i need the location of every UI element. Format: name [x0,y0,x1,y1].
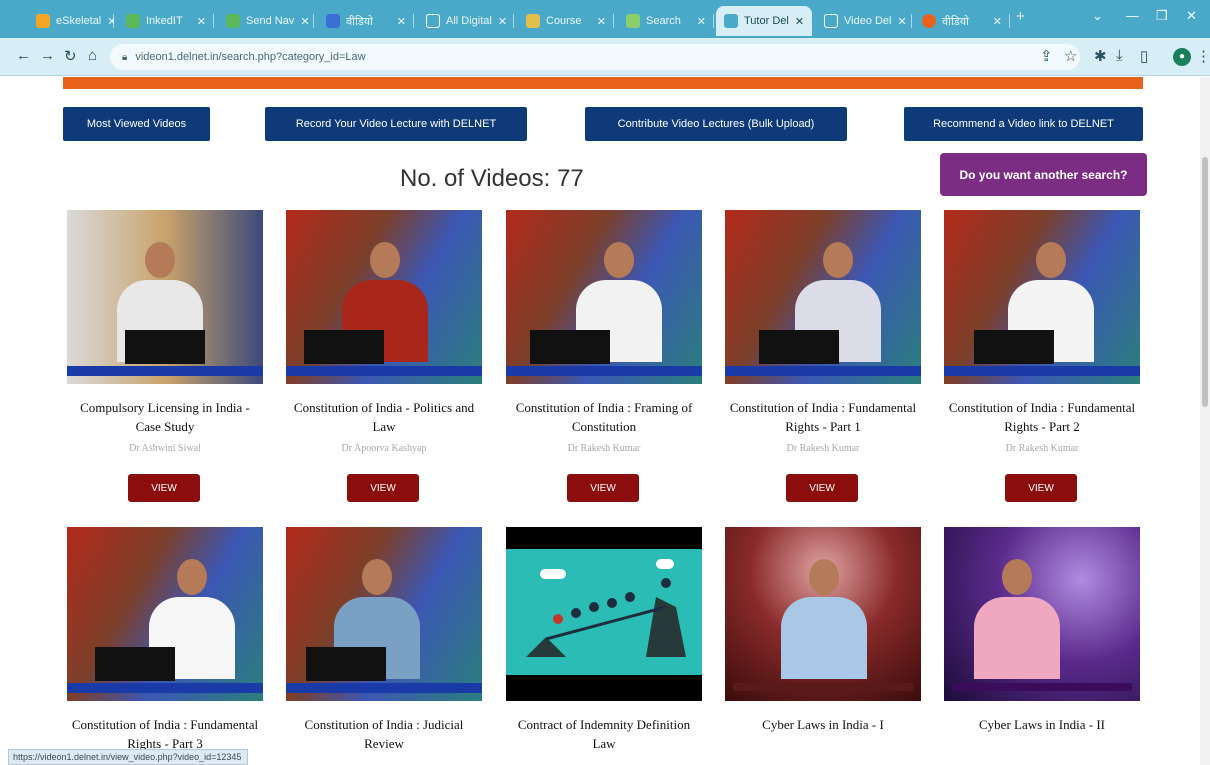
record-video-lecture-button[interactable]: Record Your Video Lecture with DELNET [265,107,527,141]
video-title[interactable]: Constitution of India : Fundamental Righ… [944,398,1140,436]
tab-favicon-icon [326,14,340,28]
forward-arrow-icon[interactable]: → [40,47,55,64]
team-illustration-icon [526,578,686,657]
video-thumbnail[interactable] [67,527,263,701]
tab-close-icon[interactable]: ✕ [987,15,1002,28]
address-bar-row: ← → ↻ ⌂ 🔒︎ videon1.delnet.in/search.php?… [0,38,1210,76]
video-thumbnail[interactable] [725,527,921,701]
menu-kebab-icon[interactable]: ⋮ [1196,47,1210,65]
browser-tab[interactable]: InkedIT ✕ [118,6,214,36]
video-author: Dr Rakesh Kumar [1005,443,1079,454]
tab-close-icon[interactable]: ✕ [691,15,706,28]
orange-banner [63,77,1081,89]
orange-banner-button[interactable] [1043,77,1143,89]
video-title[interactable]: Constitution of India : Judicial Review [286,715,482,753]
minimize-icon[interactable]: — [1126,8,1139,23]
contribute-video-lectures-button[interactable]: Contribute Video Lectures (Bulk Upload) [585,107,847,141]
browser-tab[interactable]: Course ✕ [518,6,614,36]
video-title[interactable]: Cyber Laws in India - II [944,715,1140,734]
tab-favicon-icon [226,14,240,28]
video-thumbnail[interactable] [725,210,921,384]
video-thumbnail[interactable] [944,527,1140,701]
video-title[interactable]: Constitution of India : Fundamental Righ… [67,715,263,753]
back-arrow-icon[interactable]: ← [16,47,31,64]
video-author: Dr Rakesh Kumar [567,443,641,454]
recommend-video-link-button[interactable]: Recommend a Video link to DELNET [904,107,1143,141]
tab-close-icon[interactable]: ✕ [191,15,206,28]
url-field[interactable]: 🔒︎ videon1.delnet.in/search.php?category… [110,44,1080,70]
view-button[interactable]: VIEW [567,474,639,502]
video-thumbnail[interactable] [67,210,263,384]
video-title[interactable]: Constitution of India - Politics and Law [286,398,482,436]
video-author: Dr Rakesh Kumar [786,443,860,454]
reload-icon[interactable]: ↻ [64,47,77,65]
profile-avatar[interactable]: ● [1173,48,1191,66]
view-button[interactable]: VIEW [347,474,419,502]
close-window-icon[interactable]: ✕ [1186,8,1197,24]
browser-tab[interactable]: eSkeletal ✕ [28,6,114,36]
url-text: videon1.delnet.in/search.php?category_id… [135,51,366,63]
video-title[interactable]: Constitution of India : Framing of Const… [506,398,702,436]
video-author: Dr Apoorva Kashyap [341,443,427,454]
browser-tab[interactable]: All Digital ✕ [418,6,514,36]
tab-close-icon[interactable]: ✕ [591,15,606,28]
browser-tab[interactable]: Video Del ✕ [816,6,912,36]
bookmark-star-icon[interactable]: ☆ [1064,47,1077,65]
download-icon[interactable]: ⤓ [1116,47,1123,64]
view-button[interactable]: VIEW [1005,474,1077,502]
share-icon[interactable]: ⇪ [1040,47,1053,65]
home-icon[interactable]: ⌂ [88,47,97,64]
tab-favicon-icon [724,14,738,28]
browser-tab[interactable]: वीडियो ✕ [318,6,414,36]
video-thumbnail[interactable] [944,210,1140,384]
video-thumbnail[interactable] [286,210,482,384]
video-thumbnail[interactable] [506,527,702,701]
video-thumbnail[interactable] [286,527,482,701]
video-title[interactable]: Cyber Laws in India - I [725,715,921,734]
browser-tab-active[interactable]: Tutor Del ✕ [716,6,812,36]
browser-tab[interactable]: Search ✕ [618,6,714,36]
status-bar-url: https://videon1.delnet.in/view_video.php… [8,749,248,765]
tab-favicon-icon [36,14,50,28]
tab-favicon-icon [126,14,140,28]
video-author: Dr Ashwini Siwal [129,443,201,454]
extensions-icon[interactable]: ✱ [1094,47,1107,65]
tab-close-icon[interactable]: ✕ [391,15,406,28]
browser-tab[interactable]: Send Nav ✕ [218,6,314,36]
tab-favicon-icon [426,14,440,28]
side-panel-icon[interactable]: ▯ [1140,47,1148,65]
tab-favicon-icon [824,14,838,28]
video-count: No. of Videos: 77 [400,165,584,192]
browser-tab[interactable]: वीडियो ✕ [914,6,1010,36]
new-tab-button[interactable]: + [1016,8,1025,25]
video-title[interactable]: Contract of Indemnity Definition Law [506,715,702,753]
tab-close-icon[interactable]: ✕ [294,15,309,28]
tab-favicon-icon [626,14,640,28]
video-title[interactable]: Compulsory Licensing in India - Case Stu… [67,398,263,436]
page-content: Most Viewed Videos Record Your Video Lec… [0,77,1210,765]
tab-favicon-icon [526,14,540,28]
tab-favicon-icon [922,14,936,28]
another-search-button[interactable]: Do you want another search? [940,153,1147,196]
tab-close-icon[interactable]: ✕ [892,15,907,28]
tab-close-icon[interactable]: ✕ [789,15,804,28]
scrollbar-thumb[interactable] [1202,157,1208,407]
video-thumbnail[interactable] [506,210,702,384]
maximize-icon[interactable]: ❐ [1156,8,1168,24]
video-title[interactable]: Constitution of India : Fundamental Righ… [725,398,921,436]
tab-close-icon[interactable]: ✕ [492,15,507,28]
view-button[interactable]: VIEW [786,474,858,502]
view-button[interactable]: VIEW [128,474,200,502]
most-viewed-videos-button[interactable]: Most Viewed Videos [63,107,210,141]
browser-tab-strip: eSkeletal ✕ InkedIT ✕ Send Nav ✕ वीडियो ✕ Al… [0,0,1210,38]
tab-search-icon[interactable]: ⌄ [1092,8,1103,24]
lock-icon: 🔒︎ [122,51,128,63]
